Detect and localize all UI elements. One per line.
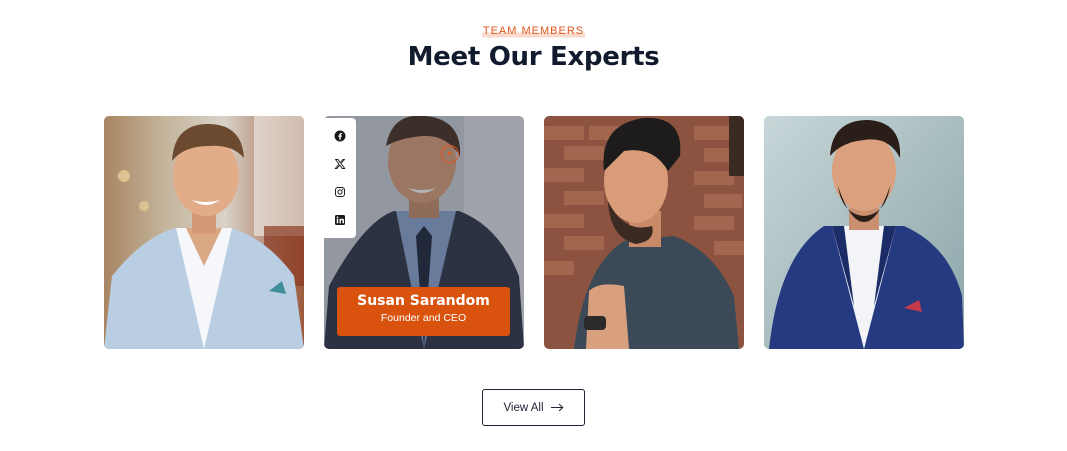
facebook-icon bbox=[334, 130, 346, 142]
instagram-icon bbox=[335, 187, 345, 197]
team-cards: Susan Sarandom Founder and CEO bbox=[104, 116, 964, 349]
focus-ring-icon bbox=[441, 145, 459, 163]
team-card-active[interactable]: Susan Sarandom Founder and CEO bbox=[324, 116, 524, 349]
view-all-button[interactable]: View All bbox=[482, 389, 585, 426]
view-all-label: View All bbox=[503, 401, 544, 414]
arrow-right-icon bbox=[550, 403, 564, 412]
section-eyebrow: TEAM MEMBERS bbox=[0, 21, 1067, 39]
section-heading: Meet Our Experts bbox=[407, 42, 660, 72]
social-links bbox=[324, 118, 356, 238]
instagram-link[interactable] bbox=[324, 179, 356, 205]
facebook-link[interactable] bbox=[324, 123, 356, 149]
team-card[interactable] bbox=[544, 116, 744, 349]
x-link[interactable] bbox=[324, 151, 356, 177]
member-photo bbox=[104, 116, 304, 349]
member-role: Founder and CEO bbox=[380, 312, 467, 324]
linkedin-link[interactable] bbox=[324, 207, 356, 233]
linkedin-icon bbox=[335, 215, 345, 225]
member-photo bbox=[764, 116, 964, 349]
x-icon bbox=[334, 159, 346, 169]
eyebrow-text: TEAM MEMBERS bbox=[481, 25, 586, 38]
member-name[interactable]: Susan Sarandom bbox=[337, 293, 510, 309]
team-card[interactable] bbox=[764, 116, 964, 349]
member-info: Susan Sarandom Founder and CEO bbox=[337, 287, 510, 336]
team-section: TEAM MEMBERS Meet Our Experts Susan Sara… bbox=[0, 0, 1067, 451]
team-card[interactable] bbox=[104, 116, 304, 349]
member-photo bbox=[544, 116, 744, 349]
